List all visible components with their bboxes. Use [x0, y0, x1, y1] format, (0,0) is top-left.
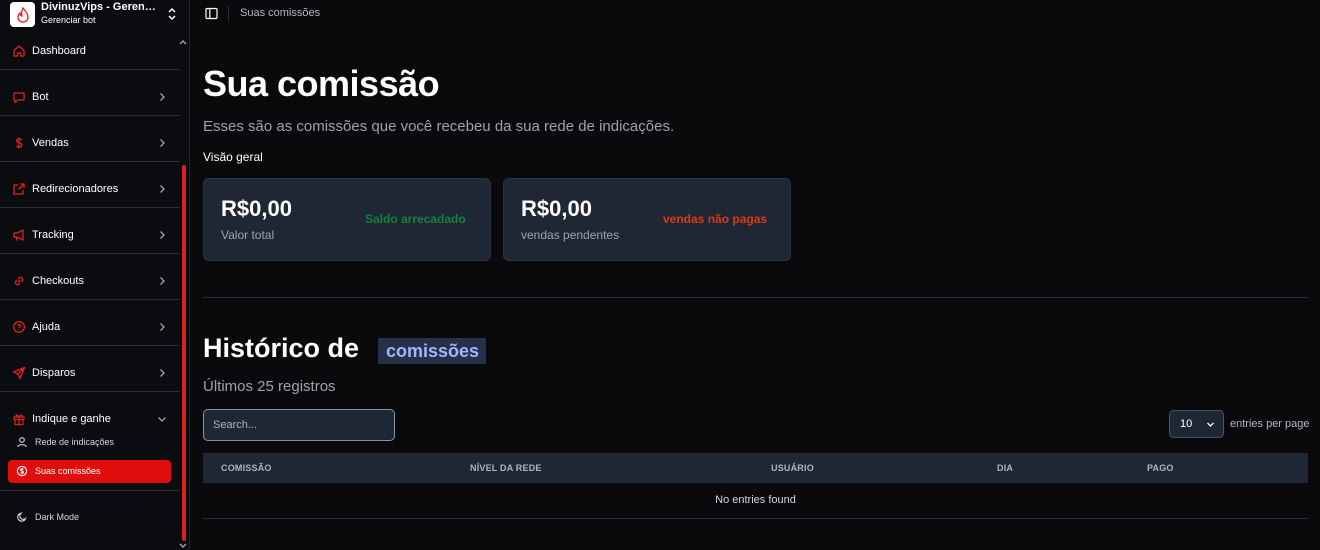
sidebar-item-checkouts[interactable]: Checkouts: [0, 254, 180, 300]
pending-sales-card: R$0,00 vendas pendentes vendas não pagas: [503, 178, 791, 261]
chevron-down-icon: [1207, 422, 1214, 427]
chevron-right-icon: [160, 369, 165, 377]
chat-icon: [13, 92, 25, 104]
link-icon: [14, 276, 24, 286]
chevron-right-icon: [160, 93, 165, 101]
sidebar-subitem-label: Rede de indicações: [35, 437, 115, 447]
scroll-down-icon[interactable]: [177, 541, 189, 550]
external-link-icon: [13, 183, 25, 195]
sidebar-item-redirecionadores[interactable]: Redirecionadores: [0, 162, 180, 208]
chevron-down-icon: [158, 417, 166, 422]
brand-title: DivinuzVips - Gerenciador: [41, 1, 159, 13]
column-header-usuario[interactable]: USUÁRIO: [771, 463, 814, 473]
card-status-tag: vendas não pagas: [663, 212, 768, 226]
gift-icon: [13, 414, 25, 426]
chevron-right-icon: [160, 139, 165, 147]
chevron-right-icon: [160, 323, 165, 331]
total-value-card: R$0,00 Valor total Saldo arrecadado: [203, 178, 491, 261]
page-title: Sua comissão: [203, 63, 440, 104]
help-icon: [13, 321, 25, 333]
sidebar-item-label: Tracking: [32, 229, 74, 241]
chevron-right-icon: [160, 277, 165, 285]
chevron-up-down-icon: [168, 7, 176, 21]
flame-icon: [16, 6, 29, 23]
send-icon: [12, 366, 26, 380]
dollar-icon: [15, 137, 23, 149]
moon-icon: [17, 512, 27, 522]
sidebar-toggle-icon[interactable]: [205, 7, 218, 20]
home-icon: [13, 45, 25, 57]
sidebar-item-label: Ajuda: [32, 321, 61, 333]
empty-table-message: No entries found: [715, 494, 796, 506]
sidebar-item-label: Disparos: [32, 367, 76, 379]
entries-per-page-label: entries per page: [1230, 418, 1310, 430]
chevron-right-icon: [160, 231, 165, 239]
topbar-divider: [228, 6, 229, 21]
column-header-dia[interactable]: DIA: [997, 463, 1013, 473]
sidebar-item-disparos[interactable]: Disparos: [0, 346, 180, 392]
history-highlight-text: comissões: [386, 341, 480, 361]
sidebar-item-dashboard[interactable]: Dashboard: [0, 24, 180, 70]
topbar: Suas comissões: [191, 0, 1320, 28]
user-icon: [17, 437, 27, 448]
coin-icon: [16, 465, 28, 477]
sidebar-item-label: Checkouts: [32, 275, 84, 287]
page-subtitle: Esses são as comissões que você recebeu …: [203, 118, 675, 135]
column-header-comissao[interactable]: COMISSÃO: [221, 463, 272, 473]
dark-mode-label: Dark Mode: [35, 512, 80, 522]
sidebar-item-indique-e-ganhe[interactable]: Indique e ganhe: [0, 392, 180, 432]
sidebar-group-indique-e-ganhe: Indique e ganhe Rede de indicações Suas …: [0, 392, 180, 491]
overview-label: Visão geral: [203, 150, 263, 164]
sidebar-scrollbar[interactable]: [182, 165, 186, 541]
sidebar-item-label: Vendas: [32, 137, 69, 149]
sidebar-subitem-label: Suas comissões: [35, 466, 101, 476]
history-subtitle: Últimos 25 registros: [203, 378, 336, 395]
sidebar-item-label: Redirecionadores: [32, 183, 119, 195]
chevron-right-icon: [160, 185, 165, 193]
history-title: Histórico de: [203, 333, 360, 363]
sidebar-subitem-suas-comissoes[interactable]: Suas comissões: [8, 460, 171, 483]
card-description: vendas pendentes: [521, 228, 620, 242]
sidebar-item-label: Dashboard: [32, 45, 86, 57]
entries-per-page-value: 10: [1180, 418, 1193, 430]
card-status-tag: Saldo arrecadado: [365, 212, 466, 226]
sidebar-item-label: Indique e ganhe: [32, 413, 111, 425]
history-title-highlight: comissões: [378, 338, 486, 364]
entries-per-page-select[interactable]: 10: [1169, 410, 1224, 438]
column-header-nivel-da-rede[interactable]: NÍVEL DA REDE: [470, 463, 542, 473]
sidebar-item-bot[interactable]: Bot: [0, 70, 180, 116]
sidebar-item-label: Bot: [32, 91, 49, 103]
table-header: COMISSÃO NÍVEL DA REDE USUÁRIO DIA PAGO: [203, 453, 1308, 483]
sidebar-item-tracking[interactable]: Tracking: [0, 208, 180, 254]
megaphone-icon: [13, 229, 24, 241]
card-value: R$0,00: [521, 196, 592, 221]
table-row: No entries found: [203, 483, 1308, 519]
sidebar-subitem-rede-de-indicacoes[interactable]: Rede de indicações: [8, 431, 171, 454]
sidebar: DivinuzVips - Gerenciador Gerenciar bot …: [0, 0, 190, 550]
sidebar-item-vendas[interactable]: Vendas: [0, 116, 180, 162]
section-divider: [203, 297, 1308, 298]
card-value: R$0,00: [221, 196, 292, 221]
column-header-pago[interactable]: PAGO: [1147, 463, 1174, 473]
card-description: Valor total: [221, 228, 275, 242]
search-input[interactable]: [203, 409, 395, 441]
breadcrumb: Suas comissões: [240, 7, 321, 19]
sidebar-item-ajuda[interactable]: Ajuda: [0, 300, 180, 346]
dark-mode-toggle[interactable]: Dark Mode: [8, 506, 171, 529]
